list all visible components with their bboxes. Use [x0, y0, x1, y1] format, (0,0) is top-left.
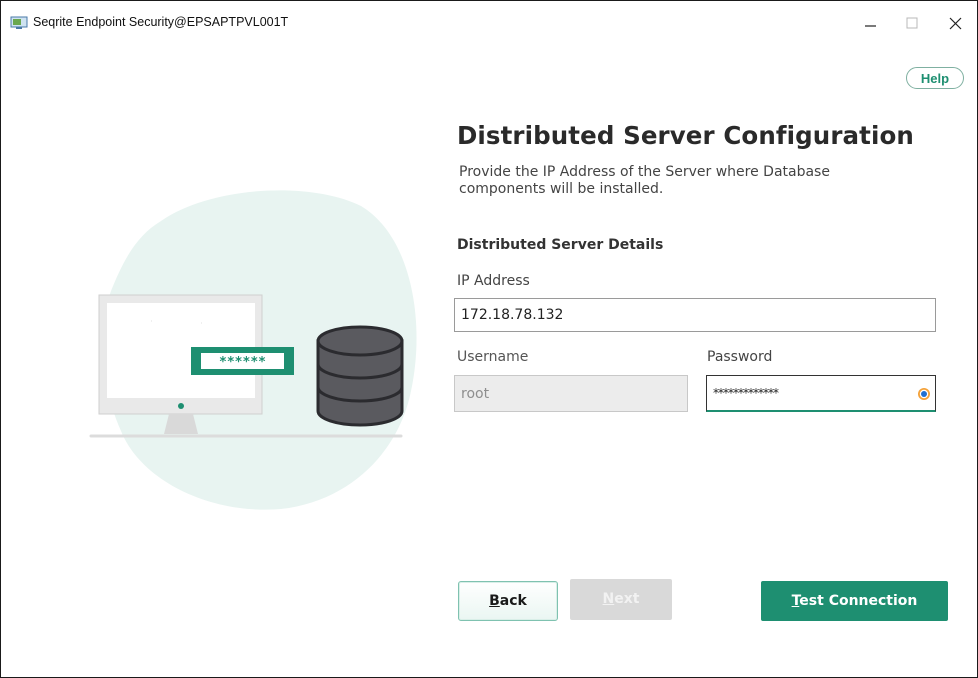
minimize-icon[interactable] — [853, 9, 887, 35]
test-connection-button[interactable]: Test Connection — [761, 581, 948, 621]
title-bar[interactable]: Seqrite Endpoint Security@EPSAPTPVL001T — [1, 1, 977, 35]
password-input[interactable] — [706, 375, 936, 412]
next-button-label: ext — [614, 591, 640, 607]
username-label: Username — [457, 349, 529, 365]
window-title: Seqrite Endpoint Security@EPSAPTPVL001T — [33, 15, 289, 29]
installer-window: Seqrite Endpoint Security@EPSAPTPVL001T … — [0, 0, 978, 678]
help-button[interactable]: Help — [906, 67, 964, 89]
database-icon — [316, 325, 404, 427]
ip-address-input[interactable] — [454, 298, 936, 332]
maximize-icon[interactable] — [895, 9, 929, 35]
password-label: Password — [707, 349, 773, 365]
svg-text:******: ****** — [219, 355, 266, 370]
close-icon[interactable] — [939, 9, 973, 35]
password-field-icon: ****** — [191, 347, 294, 375]
section-title: Distributed Server Details — [457, 237, 664, 253]
page-title: Distributed Server Configuration — [457, 121, 914, 150]
back-button[interactable]: Back — [458, 581, 558, 621]
next-button-mnemonic: N — [602, 591, 615, 607]
database-credentials-illustration: ****** — [89, 190, 417, 510]
show-password-icon[interactable] — [917, 387, 931, 401]
username-input — [454, 375, 688, 412]
test-connection-label: est Connection — [799, 593, 918, 609]
app-icon — [10, 16, 28, 29]
back-button-label: ack — [499, 593, 527, 609]
back-button-mnemonic: B — [489, 593, 500, 609]
ip-address-label: IP Address — [457, 273, 530, 289]
next-button: Next — [570, 579, 672, 620]
page-description: Provide the IP Address of the Server whe… — [459, 164, 830, 197]
